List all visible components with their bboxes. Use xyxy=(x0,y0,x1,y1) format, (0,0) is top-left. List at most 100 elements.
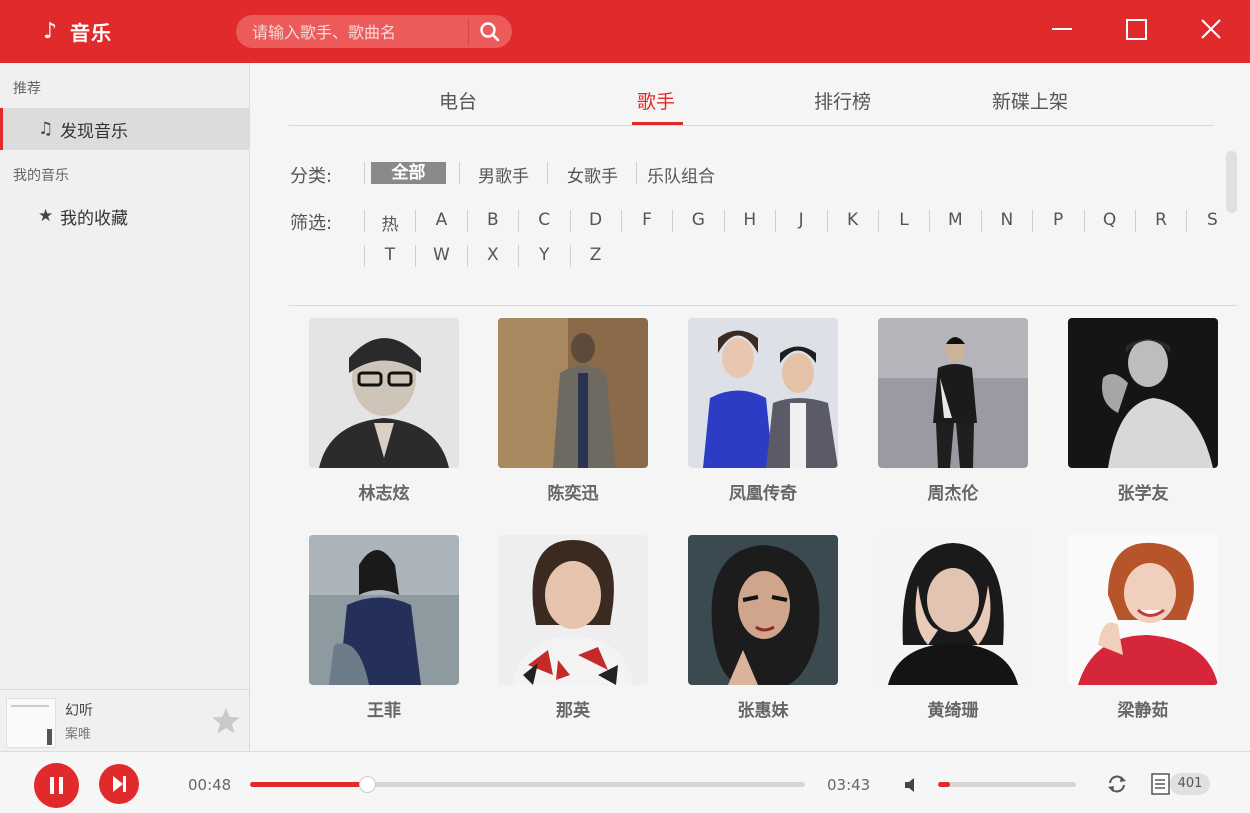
letter-filter-item[interactable]: Y xyxy=(529,245,559,265)
volume-button[interactable] xyxy=(903,774,923,796)
artist-name: 张学友 xyxy=(1117,484,1169,504)
artist-card[interactable]: 王菲 xyxy=(309,535,459,721)
letter-filter-item[interactable]: W xyxy=(426,245,456,265)
letter-separator xyxy=(569,210,571,232)
artist-card[interactable]: 林志炫 xyxy=(309,318,459,504)
artist-name: 张惠妹 xyxy=(737,701,789,721)
star-icon: ★ xyxy=(38,206,54,226)
letter-filter-item[interactable]: M xyxy=(940,210,970,230)
category-male[interactable]: 男歌手 xyxy=(478,162,529,187)
sidebar-item-favorites[interactable]: ★ 我的收藏 xyxy=(0,195,249,237)
maximize-button[interactable] xyxy=(1119,14,1153,48)
maximize-icon xyxy=(1126,19,1147,40)
letter-filter-item[interactable]: R xyxy=(1146,210,1176,230)
artist-card[interactable]: 张惠妹 xyxy=(688,535,838,721)
letter-filter-item[interactable]: S xyxy=(1197,210,1227,230)
artist-card[interactable]: 黄绮珊 xyxy=(878,535,1028,721)
letter-filter-item[interactable]: H xyxy=(735,210,765,230)
progress-fill xyxy=(250,782,367,787)
letter-separator xyxy=(878,210,879,232)
progress-knob[interactable] xyxy=(358,776,376,793)
letter-separator xyxy=(723,210,725,232)
artist-photo xyxy=(878,535,1028,685)
close-icon xyxy=(1201,19,1221,39)
main-content: 电台 歌手 排行榜 新碟上架 分类: 全部 男歌手 女歌手 乐队组合 筛选: 热… xyxy=(251,63,1250,751)
search-input[interactable] xyxy=(252,21,462,43)
tab-radio[interactable]: 电台 xyxy=(439,87,477,114)
artist-photo xyxy=(309,535,459,685)
letter-filter-item[interactable]: K xyxy=(838,210,868,230)
letter-separator xyxy=(518,245,520,267)
now-playing-panel[interactable]: 幻听 案唯 xyxy=(0,689,249,751)
letter-filter-item[interactable]: D xyxy=(581,210,611,230)
volume-fill xyxy=(938,782,951,787)
next-icon xyxy=(113,776,126,792)
close-button[interactable] xyxy=(1194,14,1228,48)
search-button[interactable] xyxy=(476,19,504,44)
progress-bar[interactable] xyxy=(250,776,805,793)
letter-separator xyxy=(621,210,622,232)
favorite-button[interactable] xyxy=(211,706,241,736)
artist-card[interactable]: 周杰伦 xyxy=(878,318,1028,504)
total-time: 03:43 xyxy=(827,776,871,794)
artist-photo xyxy=(688,318,838,468)
minimize-button[interactable] xyxy=(1045,14,1079,48)
tab-new-albums[interactable]: 新碟上架 xyxy=(992,87,1068,114)
sidebar: 推荐 ♫ 发现音乐 我的音乐 ★ 我的收藏 幻听 案唯 xyxy=(0,63,250,751)
loop-mode-button[interactable] xyxy=(1105,772,1129,796)
pause-button[interactable] xyxy=(34,763,79,808)
sidebar-item-label: 发现音乐 xyxy=(60,121,128,142)
volume-slider[interactable] xyxy=(938,782,1076,787)
letter-separator xyxy=(415,210,417,232)
letter-filter-item[interactable]: T xyxy=(375,245,405,265)
letter-filter-item[interactable]: J xyxy=(786,210,816,230)
artist-name: 梁静茹 xyxy=(1117,701,1169,721)
letter-separator xyxy=(672,210,674,232)
letter-separator xyxy=(364,210,365,232)
letter-separator xyxy=(1083,210,1085,232)
letter-filter-item[interactable]: F xyxy=(632,210,662,230)
letter-filter-item[interactable]: P xyxy=(1043,210,1073,230)
letter-separator xyxy=(364,245,365,267)
playlist-icon xyxy=(1151,773,1170,795)
artist-name: 那英 xyxy=(556,701,590,721)
letter-filter-item[interactable]: 热 xyxy=(375,210,405,235)
tab-singers[interactable]: 歌手 xyxy=(637,87,675,114)
artist-card[interactable]: 梁静茹 xyxy=(1068,535,1218,721)
next-track-button[interactable] xyxy=(99,764,139,804)
category-all[interactable]: 全部 xyxy=(371,162,446,184)
now-playing-title: 幻听 xyxy=(65,703,93,719)
letter-filter-item[interactable]: N xyxy=(992,210,1022,230)
letter-filter-item[interactable]: X xyxy=(478,245,508,265)
letter-filter-item[interactable]: G xyxy=(683,210,713,230)
tab-charts[interactable]: 排行榜 xyxy=(814,87,871,114)
letter-filter-item[interactable]: Q xyxy=(1095,210,1125,230)
search-divider xyxy=(468,18,469,45)
active-tab-indicator xyxy=(632,122,683,125)
app-brand: ♪ 音乐 xyxy=(38,16,112,46)
artist-photo xyxy=(1068,318,1218,468)
letter-filter-item[interactable]: A xyxy=(426,210,456,230)
letter-separator xyxy=(1186,210,1188,232)
scrollbar[interactable] xyxy=(1226,151,1237,213)
now-playing-artist: 案唯 xyxy=(65,727,92,742)
artist-card[interactable]: 凤凰传奇 xyxy=(688,318,838,504)
star-icon xyxy=(212,708,240,734)
category-female[interactable]: 女歌手 xyxy=(567,162,618,187)
letter-separator xyxy=(980,210,982,232)
letter-filter-item[interactable]: L xyxy=(889,210,919,230)
sidebar-item-discover-music[interactable]: ♫ 发现音乐 xyxy=(0,108,249,150)
content-divider xyxy=(289,305,1237,306)
artist-card[interactable]: 张学友 xyxy=(1068,318,1218,504)
artist-card[interactable]: 陈奕迅 xyxy=(498,318,648,504)
letter-separator xyxy=(1032,210,1034,232)
letter-filter-item[interactable]: B xyxy=(478,210,508,230)
search-box xyxy=(236,15,512,48)
letter-filter-item[interactable]: Z xyxy=(581,245,611,265)
artist-card[interactable]: 那英 xyxy=(498,535,648,721)
sidebar-item-label: 我的收藏 xyxy=(60,208,128,229)
category-band[interactable]: 乐队组合 xyxy=(647,162,715,187)
playlist-button[interactable] xyxy=(1150,772,1172,796)
letter-filter-item[interactable]: C xyxy=(529,210,559,230)
sidebar-section-recommend: 推荐 xyxy=(13,81,41,97)
